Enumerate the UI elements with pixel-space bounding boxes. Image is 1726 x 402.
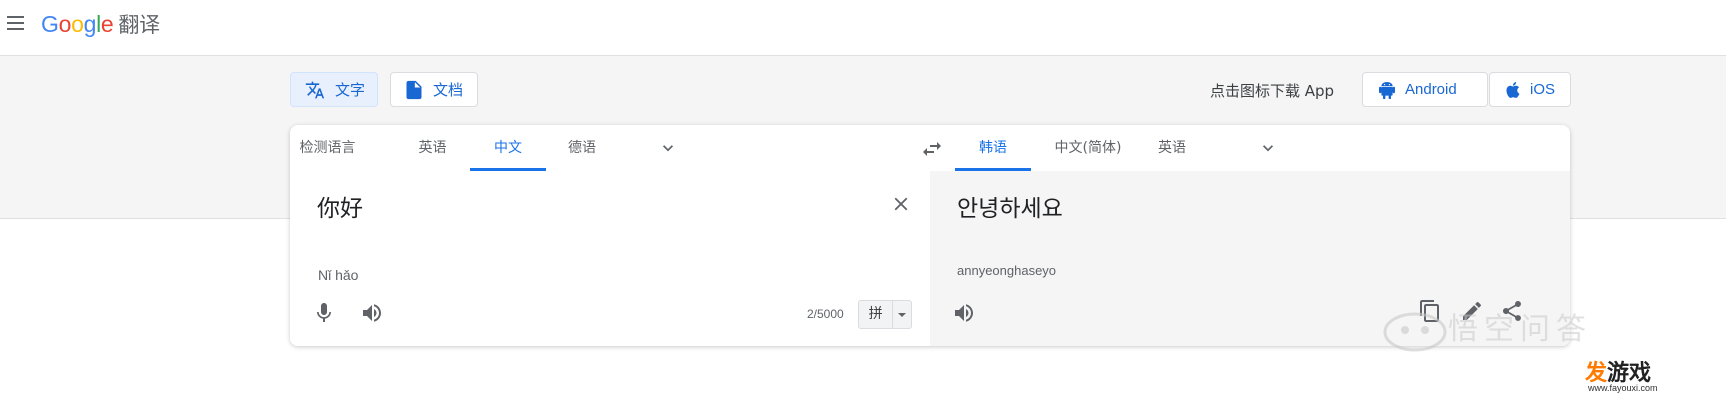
top-bar: G o o g l e 翻译 [0,0,1726,56]
caret-down-icon [898,312,907,317]
source-text-input[interactable]: 你好 [317,189,363,223]
hamburger-menu-icon[interactable] [2,10,28,36]
target-more-languages-chevron-down-icon[interactable] [1258,138,1278,158]
logo-letter: o [71,11,84,37]
input-method-selector[interactable]: 拼 [858,300,912,329]
apple-icon [1506,81,1520,98]
translation-output: 안녕하세요 [957,196,1063,222]
text-mode-label: 文字 [335,81,366,99]
source-tab-german[interactable]: 德语 [546,125,618,171]
input-method-dropdown[interactable] [893,301,911,328]
source-more-languages-chevron-down-icon[interactable] [658,138,678,158]
android-app-button[interactable]: Android [1362,72,1488,107]
character-count: 2/5000 [807,307,844,321]
target-romanization: annyeonghaseyo [957,263,1057,278]
source-tab-chinese[interactable]: 中文 [470,125,546,171]
swap-languages-icon[interactable] [920,137,944,161]
source-tab-detect[interactable]: 检测语言 [290,125,365,171]
language-bar: 检测语言 英语 中文 德语 韩语 中文(简体) 英语 [290,125,1570,172]
target-speaker-icon[interactable] [952,301,976,325]
source-tab-english[interactable]: 英语 [400,125,465,171]
ios-app-button[interactable]: iOS [1489,72,1571,107]
google-translate-logo[interactable]: G o o g l e 翻译 [41,9,160,39]
document-mode-button[interactable]: 文档 [390,72,478,107]
target-tab-korean[interactable]: 韩语 [955,125,1031,171]
android-label: Android [1405,81,1457,98]
source-romanization: Nǐ hǎo [318,267,359,283]
watermark-url: www.fayouxi.com [1588,383,1658,393]
clear-source-close-icon[interactable] [890,193,912,215]
android-icon [1379,81,1395,99]
input-method-button[interactable]: 拼 [859,301,894,328]
text-mode-button[interactable]: 文字 [290,72,378,107]
download-app-label: 点击图标下载 App [1210,82,1335,100]
logo-letter: o [58,11,72,37]
target-tab-chinese-simplified[interactable]: 中文(简体) [1042,125,1134,171]
document-icon [406,80,422,99]
document-mode-label: 文档 [433,81,464,99]
target-tab-english[interactable]: 英语 [1142,125,1202,171]
logo-letter: e [100,11,114,37]
ios-label: iOS [1530,81,1556,98]
microphone-icon[interactable] [312,301,336,325]
product-name: 翻译 [118,13,160,37]
source-speaker-icon[interactable] [360,301,384,325]
logo-letter: g [83,11,97,37]
source-pane[interactable]: 你好 Nǐ hǎo 2/5000 拼 [290,171,930,346]
logo-letter: G [41,11,59,37]
watermark-text: 悟空问答 [1448,312,1592,347]
translate-icon [305,81,325,98]
